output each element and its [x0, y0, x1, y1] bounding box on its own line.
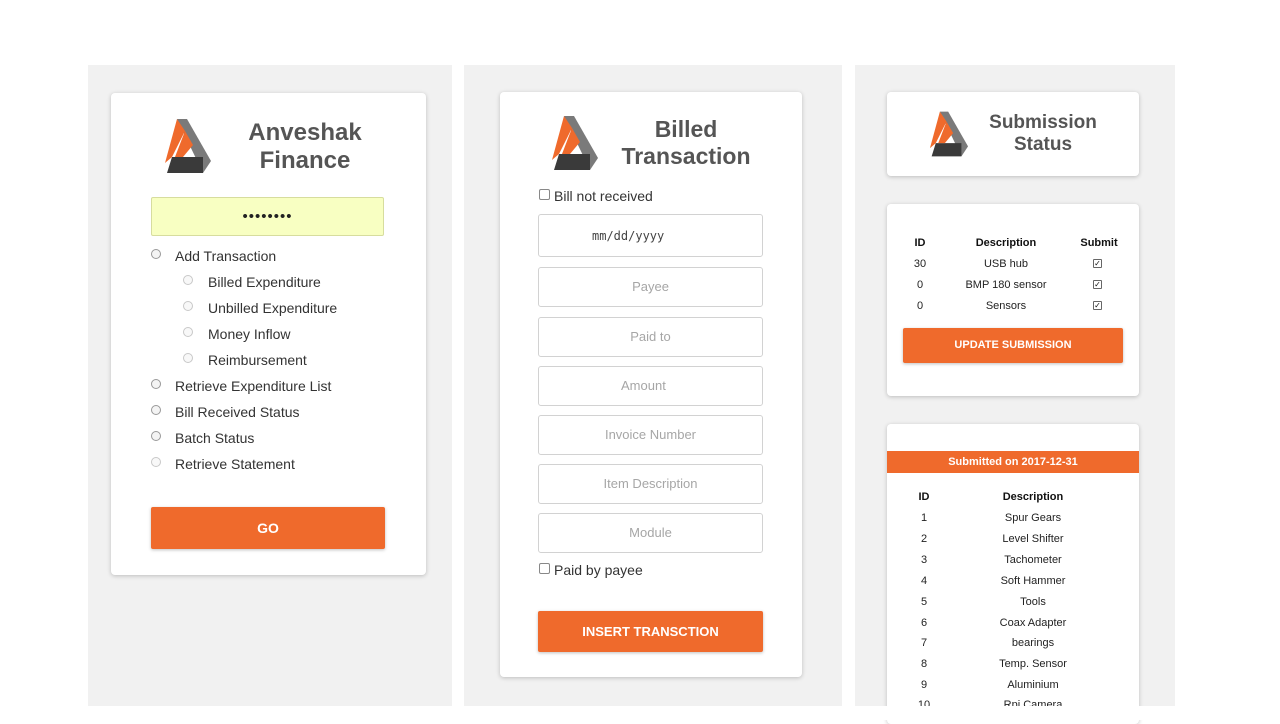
submitted-row-id: 9 — [920, 679, 928, 691]
submission-title-line2: Status — [1013, 134, 1073, 155]
label-add-transaction: Add Transaction — [175, 248, 277, 264]
row-id: 30 — [913, 258, 927, 270]
paid-by-payee-label: Paid by payee — [554, 562, 643, 578]
label-reimbursement: Reimbursement — [208, 352, 307, 368]
submitted-row-description: Tachometer — [1004, 554, 1062, 566]
col-header-id: ID — [914, 237, 926, 249]
payee-field[interactable]: Payee — [538, 267, 763, 307]
radio-reimbursement[interactable] — [183, 353, 193, 363]
radio-add-transaction[interactable] — [151, 249, 161, 259]
radio-unbilled-expenditure[interactable] — [183, 301, 193, 311]
update-submission-button[interactable]: UPDATE SUBMISSION — [903, 328, 1123, 363]
submitted-row-description: Aluminium — [1007, 679, 1059, 691]
row-description: Sensors — [985, 300, 1027, 312]
billed-title-line2: Transaction — [621, 143, 751, 169]
page-bottom-strip — [0, 706, 1280, 720]
anveshak-logo-icon — [165, 119, 211, 173]
radio-retrieve-expenditure-list[interactable] — [151, 379, 161, 389]
submit-checkbox[interactable]: ✓ — [1093, 280, 1102, 289]
submit-checkbox[interactable]: ✓ — [1093, 301, 1102, 310]
login-title-line1: Anveshak — [248, 119, 362, 146]
row-description: BMP 180 sensor — [965, 279, 1047, 291]
submitted-row-id: 4 — [920, 575, 928, 587]
submitted-row-description: Coax Adapter — [999, 617, 1067, 629]
submitted-col-header-id: ID — [918, 491, 930, 503]
submitted-row-id: 5 — [920, 596, 928, 608]
invoice-number-field[interactable]: Invoice Number — [538, 415, 763, 455]
radio-billed-expenditure[interactable] — [183, 275, 193, 285]
col-header-submit: Submit — [1080, 237, 1118, 249]
radio-bill-received-status[interactable] — [151, 405, 161, 415]
label-retrieve-expenditure-list: Retrieve Expenditure List — [175, 378, 332, 394]
paid-by-payee-checkbox[interactable] — [539, 563, 550, 574]
label-money-inflow: Money Inflow — [208, 326, 291, 342]
date-field[interactable]: mm/dd/yyyy — [538, 214, 763, 257]
row-id: 0 — [916, 300, 924, 312]
insert-transaction-button[interactable]: INSERT TRANSCTION — [538, 611, 763, 652]
label-bill-received-status: Bill Received Status — [175, 404, 300, 420]
submit-checkbox[interactable]: ✓ — [1093, 259, 1102, 268]
submitted-row-description: Level Shifter — [1002, 533, 1064, 545]
amount-field[interactable]: Amount — [538, 366, 763, 406]
submission-logo-icon — [929, 111, 969, 157]
submitted-row-id: 2 — [920, 533, 928, 545]
paid-to-field[interactable]: Paid to — [538, 317, 763, 357]
submitted-row-id: 8 — [920, 658, 928, 670]
submitted-row-id: 3 — [920, 554, 928, 566]
module-field[interactable]: Module — [538, 513, 763, 553]
col-header-description: Description — [975, 237, 1037, 249]
label-unbilled-expenditure: Unbilled Expenditure — [208, 300, 338, 316]
radio-retrieve-statement[interactable] — [151, 457, 161, 467]
label-batch-status: Batch Status — [175, 430, 255, 446]
bill-not-received-checkbox[interactable] — [539, 189, 550, 200]
submitted-row-description: Spur Gears — [1004, 512, 1062, 524]
radio-money-inflow[interactable] — [183, 327, 193, 337]
submitted-col-header-description: Description — [1002, 491, 1064, 503]
login-title: Anveshak Finance — [230, 119, 380, 175]
submitted-row-description: Tools — [1020, 596, 1046, 608]
login-title-line2: Finance — [259, 147, 351, 174]
submission-title-line1: Submission — [989, 112, 1097, 133]
radio-batch-status[interactable] — [151, 431, 161, 441]
row-id: 0 — [916, 279, 924, 291]
submitted-row-description: Temp. Sensor — [999, 658, 1067, 670]
row-description: USB hub — [983, 258, 1029, 270]
billed-title: Billed Transaction — [606, 116, 766, 170]
submitted-row-id: 1 — [920, 512, 928, 524]
submission-title: Submission Status — [978, 112, 1108, 156]
submitted-row-id: 6 — [920, 617, 928, 629]
go-button[interactable]: GO — [151, 507, 385, 549]
submitted-row-description: bearings — [1011, 637, 1055, 649]
label-billed-expenditure: Billed Expenditure — [208, 274, 321, 290]
billed-logo-icon — [552, 116, 598, 170]
label-retrieve-statement: Retrieve Statement — [175, 456, 295, 472]
item-description-field[interactable]: Item Description — [538, 464, 763, 504]
password-input[interactable]: •••••••• — [151, 197, 384, 236]
submitted-date-banner: Submitted on 2017-12-31 — [887, 451, 1139, 473]
bill-not-received-label: Bill not received — [554, 188, 653, 204]
submitted-row-description: Soft Hammer — [1000, 575, 1066, 587]
submitted-row-id: 7 — [920, 637, 928, 649]
billed-title-line1: Billed — [654, 116, 718, 142]
